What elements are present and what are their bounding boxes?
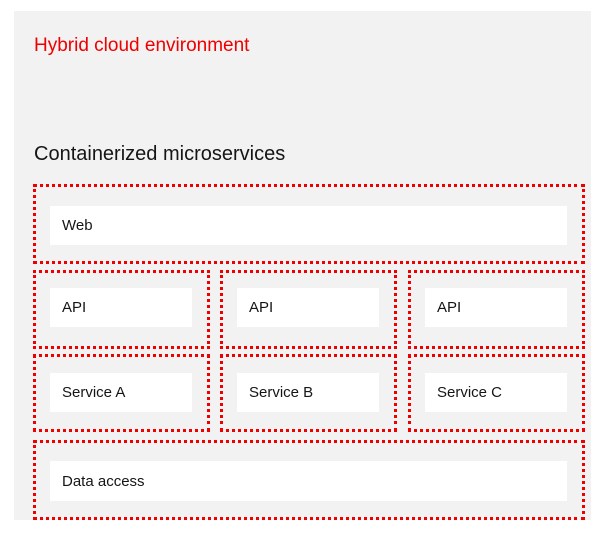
microservices-title: Containerized microservices bbox=[34, 143, 286, 165]
service-card-a: Service A bbox=[50, 373, 192, 412]
environment-title: Hybrid cloud environment bbox=[34, 35, 250, 56]
web-card: Web bbox=[50, 206, 567, 245]
api-card-2: API bbox=[237, 288, 379, 327]
data-access-card: Data access bbox=[50, 461, 567, 501]
service-card-c: Service C bbox=[425, 373, 567, 412]
service-card-b: Service B bbox=[237, 373, 379, 412]
api-card-1: API bbox=[50, 288, 192, 327]
api-card-3: API bbox=[425, 288, 567, 327]
